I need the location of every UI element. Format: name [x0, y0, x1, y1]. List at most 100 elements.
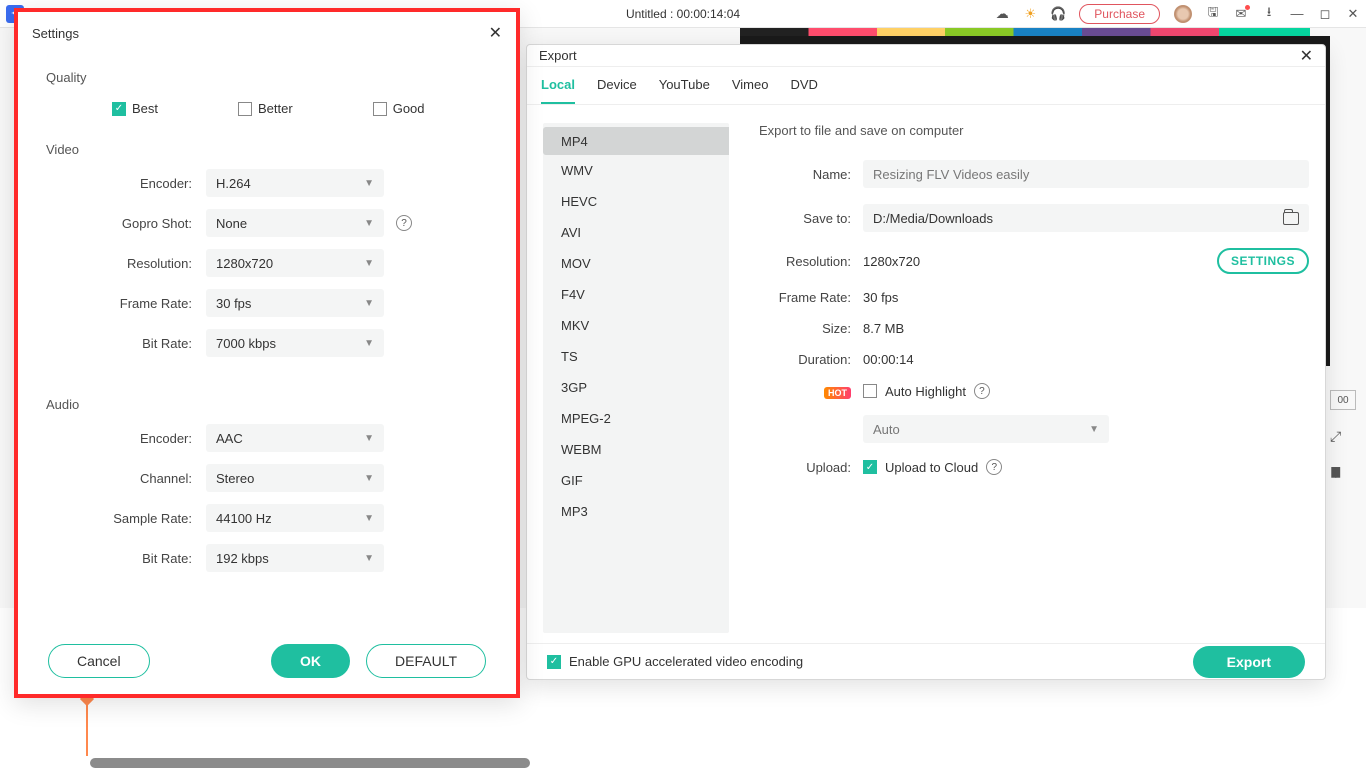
duration-value: 00:00:14 — [863, 352, 914, 367]
duration-label: Duration: — [759, 352, 863, 367]
default-button[interactable]: DEFAULT — [366, 644, 486, 678]
video-select[interactable]: None▼ — [206, 209, 384, 237]
timeline-scrollbar[interactable] — [90, 758, 530, 768]
video-select[interactable]: 7000 kbps▼ — [206, 329, 384, 357]
document-title: Untitled : 00:00:14:04 — [626, 7, 740, 21]
video-row: Resolution:1280x720▼ — [18, 243, 516, 283]
format-webm[interactable]: WEBM — [543, 434, 729, 465]
video-label: Frame Rate: — [46, 296, 206, 311]
cloud-icon[interactable]: ☁ — [995, 7, 1009, 21]
help-icon[interactable]: ? — [986, 459, 1002, 475]
export-close-icon[interactable]: ✕ — [1300, 46, 1313, 66]
export-panel: Export to file and save on computer Name… — [759, 123, 1309, 633]
timecode-counter[interactable]: 00 — [1330, 390, 1356, 410]
audio-select[interactable]: AAC ▼ — [206, 424, 384, 452]
tab-youtube[interactable]: YouTube — [659, 77, 710, 104]
audio-section: Audio — [18, 381, 516, 418]
format-mkv[interactable]: MKV — [543, 310, 729, 341]
format-hevc[interactable]: HEVC — [543, 186, 729, 217]
help-icon[interactable]: ? — [396, 215, 412, 231]
settings-close-icon[interactable]: ✕ — [489, 23, 502, 43]
format-3gp[interactable]: 3GP — [543, 372, 729, 403]
format-mov[interactable]: MOV — [543, 248, 729, 279]
audio-select[interactable]: Stereo ▼ — [206, 464, 384, 492]
maximize-icon[interactable]: ◻ — [1318, 7, 1332, 21]
audio-select[interactable]: 44100 Hz▼ — [206, 504, 384, 532]
chevron-down-icon: ▼ — [364, 473, 374, 484]
saveto-value: D:/Media/Downloads — [873, 211, 993, 226]
playhead-marker[interactable] — [86, 700, 88, 756]
quality-good[interactable]: Good — [373, 101, 425, 116]
ok-button[interactable]: OK — [271, 644, 350, 678]
name-input[interactable]: Resizing FLV Videos easily — [863, 160, 1309, 188]
mail-icon[interactable]: ✉ — [1234, 7, 1248, 21]
purchase-button[interactable]: Purchase — [1079, 4, 1160, 24]
sun-icon[interactable]: ☀ — [1023, 7, 1037, 21]
resolution-value: 1280x720 — [863, 254, 920, 269]
autohighlight-select[interactable]: Auto▼ — [863, 415, 1109, 443]
format-wmv[interactable]: WMV — [543, 155, 729, 186]
tab-vimeo[interactable]: Vimeo — [732, 77, 769, 104]
video-value: 7000 kbps — [216, 336, 276, 351]
format-ts[interactable]: TS — [543, 341, 729, 372]
chevron-down-icon: ▼ — [364, 513, 374, 524]
video-value: None — [216, 216, 247, 231]
gpu-checkbox[interactable] — [547, 655, 561, 669]
stack-icon[interactable]: ▮▮ — [1330, 463, 1356, 480]
media-thumbnail-strip — [740, 28, 1310, 36]
cancel-button[interactable]: Cancel — [48, 644, 150, 678]
resolution-label: Resolution: — [759, 254, 863, 269]
chevron-down-icon: ▼ — [364, 433, 374, 444]
save-icon[interactable]: 🖫 — [1206, 7, 1220, 21]
video-value: H.264 — [216, 176, 251, 191]
quality-better[interactable]: Better — [238, 101, 293, 116]
quality-checkbox[interactable] — [112, 102, 126, 116]
format-avi[interactable]: AVI — [543, 217, 729, 248]
audio-value: 192 kbps — [216, 551, 269, 566]
headset-icon[interactable]: 🎧 — [1051, 7, 1065, 21]
settings-dialog: Settings ✕ Quality BestBetterGood Video … — [14, 8, 520, 698]
minimize-icon[interactable]: — — [1290, 7, 1304, 21]
format-mpeg-2[interactable]: MPEG-2 — [543, 403, 729, 434]
download-icon[interactable]: ⭳ — [1262, 7, 1276, 21]
export-tabs: Local Device YouTube Vimeo DVD — [527, 67, 1325, 105]
saveto-label: Save to: — [759, 211, 863, 226]
audio-value: AAC — [216, 431, 243, 446]
upload-value: Upload to Cloud — [885, 460, 978, 475]
close-window-icon[interactable]: ✕ — [1346, 7, 1360, 21]
video-row: Bit Rate:7000 kbps▼ — [18, 323, 516, 363]
video-select[interactable]: H.264▼ — [206, 169, 384, 197]
video-row: Gopro Shot:None▼? — [18, 203, 516, 243]
audio-label: Bit Rate: — [46, 551, 206, 566]
tab-device[interactable]: Device — [597, 77, 637, 104]
video-select[interactable]: 30 fps▼ — [206, 289, 384, 317]
quality-checkbox[interactable] — [238, 102, 252, 116]
tab-dvd[interactable]: DVD — [790, 77, 817, 104]
quality-checkbox[interactable] — [373, 102, 387, 116]
avatar[interactable] — [1174, 5, 1192, 23]
format-mp4[interactable]: MP4 — [543, 127, 729, 155]
video-row: Encoder:H.264▼ — [18, 163, 516, 203]
video-select[interactable]: 1280x720▼ — [206, 249, 384, 277]
tab-local[interactable]: Local — [541, 77, 575, 104]
upload-checkbox[interactable] — [863, 460, 877, 474]
export-hint: Export to file and save on computer — [759, 123, 1309, 138]
settings-title: Settings — [32, 26, 79, 41]
format-mp3[interactable]: MP3 — [543, 496, 729, 527]
quality-options: Best Better Good — [18, 91, 516, 126]
help-icon[interactable]: ? — [974, 383, 990, 399]
audio-select[interactable]: 192 kbps▼ — [206, 544, 384, 572]
video-row: Frame Rate:30 fps▼ — [18, 283, 516, 323]
saveto-input[interactable]: D:/Media/Downloads — [863, 204, 1309, 232]
quality-best[interactable]: Best — [112, 101, 158, 116]
export-button[interactable]: Export — [1193, 646, 1305, 678]
format-list: MP4WMVHEVCAVIMOVF4VMKVTS3GPMPEG-2WEBMGIF… — [543, 123, 729, 633]
folder-icon[interactable] — [1283, 212, 1299, 225]
format-gif[interactable]: GIF — [543, 465, 729, 496]
format-f4v[interactable]: F4V — [543, 279, 729, 310]
autohighlight-checkbox[interactable] — [863, 384, 877, 398]
quality-label: Better — [258, 101, 293, 116]
audio-value: Stereo — [216, 471, 254, 486]
settings-button[interactable]: SETTINGS — [1217, 248, 1309, 274]
expand-icon[interactable]: ⤢ — [1330, 428, 1356, 445]
